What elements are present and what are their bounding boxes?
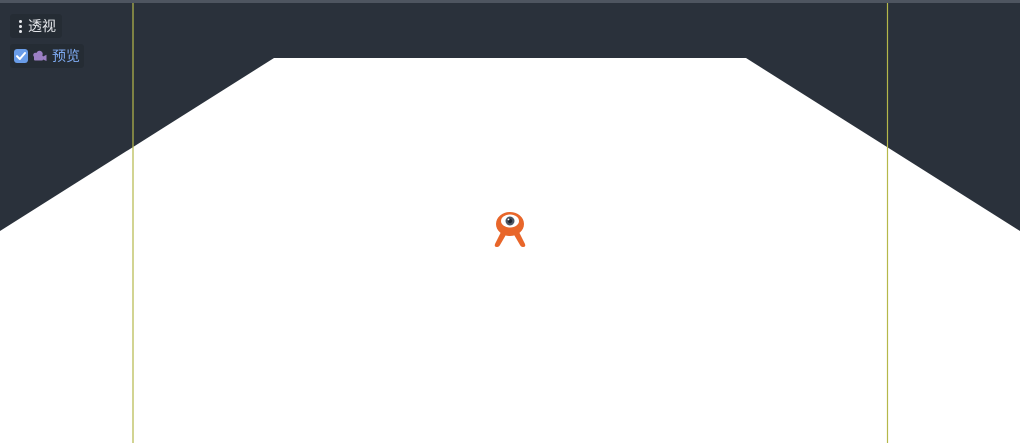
- preview-checkbox[interactable]: [14, 49, 28, 63]
- view-mode-label: 透视: [28, 19, 56, 35]
- floor-plane: [0, 58, 1020, 443]
- kebab-vertical-icon: [16, 18, 24, 34]
- preview-toggle[interactable]: 预览: [10, 44, 84, 68]
- 3d-viewport[interactable]: 透视 预览: [0, 0, 1020, 443]
- camera-gizmo-icon[interactable]: [490, 208, 530, 250]
- view-menu-button[interactable]: 透视: [10, 14, 62, 38]
- camera-icon: [33, 50, 47, 61]
- preview-label: 预览: [52, 49, 80, 65]
- checkmark-icon: [16, 52, 26, 60]
